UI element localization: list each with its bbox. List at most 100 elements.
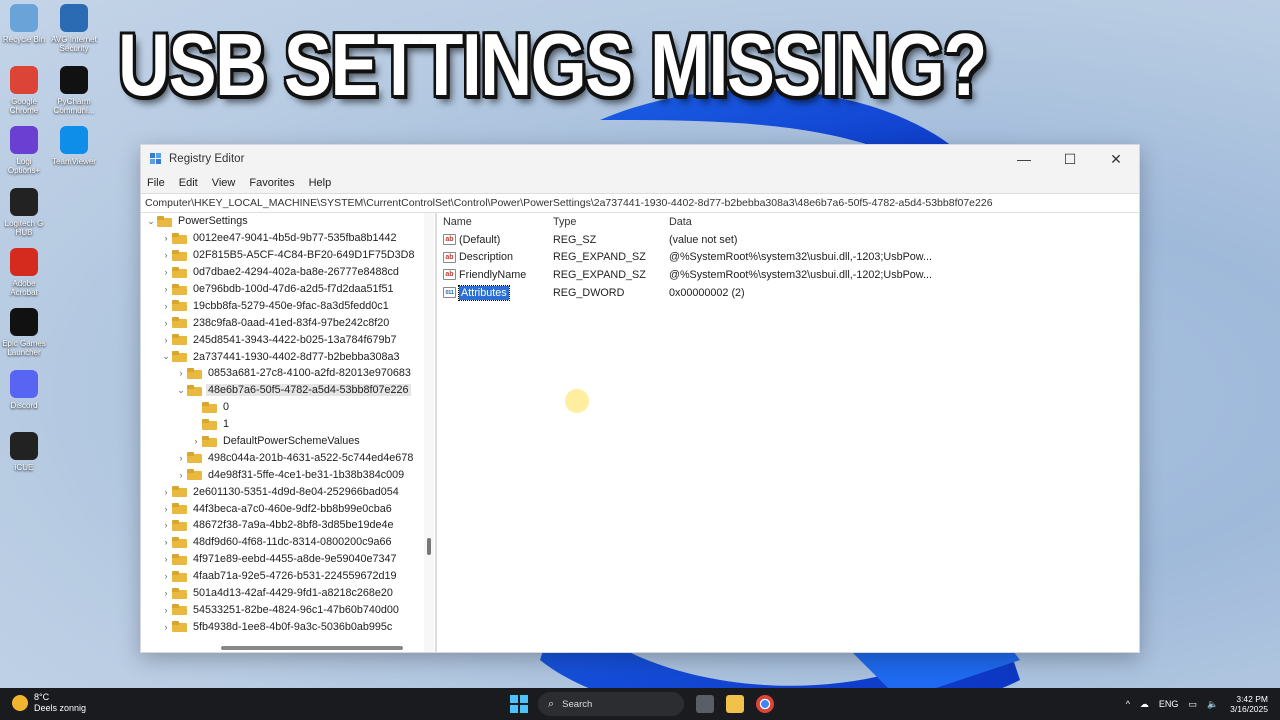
desktop-icon-7[interactable]: Logitech G HUB: [0, 188, 48, 237]
expander-chevron-icon[interactable]: ›: [160, 520, 172, 530]
menu-view[interactable]: View: [212, 177, 236, 189]
tree-horizontal-scroll-thumb[interactable]: [221, 646, 403, 650]
expander-chevron-icon[interactable]: ›: [160, 622, 172, 632]
network-icon[interactable]: ▭: [1188, 699, 1197, 710]
file-explorer-icon[interactable]: [726, 695, 744, 713]
tree-node[interactable]: › 02F815B5-A5CF-4C84-BF20-649D1F75D3D8: [141, 247, 435, 264]
expander-chevron-icon[interactable]: ›: [160, 318, 172, 328]
folder-icon: [187, 452, 202, 464]
tree-node[interactable]: ⌄ PowerSettings: [141, 213, 435, 230]
desktop-icon-5[interactable]: Logi Options+: [0, 126, 48, 175]
tree-node[interactable]: › 501a4d13-42af-4429-9fd1-a8218c268e20: [141, 585, 435, 602]
expander-chevron-icon[interactable]: ⌄: [145, 216, 157, 227]
expander-chevron-icon[interactable]: ⌄: [175, 385, 187, 396]
desktop-icon-2[interactable]: AVG Internet Security: [50, 4, 98, 53]
expander-chevron-icon[interactable]: ›: [160, 554, 172, 564]
list-header: Name Type Data: [437, 213, 1139, 231]
column-name-header[interactable]: Name: [437, 216, 553, 228]
expander-chevron-icon[interactable]: ›: [160, 487, 172, 497]
desktop-icon-3[interactable]: Google Chrome: [0, 66, 48, 115]
tree-node[interactable]: › 48672f38-7a9a-4bb2-8bf8-3d85be19de4e: [141, 517, 435, 534]
expander-chevron-icon[interactable]: ›: [160, 284, 172, 294]
clock[interactable]: 3:42 PM 3/16/2025: [1230, 694, 1268, 714]
expander-chevron-icon[interactable]: ›: [160, 301, 172, 311]
desktop-icon-1[interactable]: Recycle Bin: [0, 4, 48, 44]
menu-edit[interactable]: Edit: [179, 177, 198, 189]
registry-value-row[interactable]: 011 Attributes REG_DWORD 0x00000002 (2): [437, 284, 1139, 302]
expander-chevron-icon[interactable]: ›: [175, 368, 187, 378]
expander-chevron-icon[interactable]: ›: [160, 537, 172, 547]
expander-chevron-icon[interactable]: ›: [175, 470, 187, 480]
teamviewer-icon: [60, 126, 88, 154]
column-type-header[interactable]: Type: [553, 216, 669, 228]
registry-value-row[interactable]: ab (Default) REG_SZ (value not set): [437, 231, 1139, 249]
tree-node[interactable]: › DefaultPowerSchemeValues: [141, 433, 435, 450]
menu-help[interactable]: Help: [309, 177, 332, 189]
minimize-button[interactable]: —: [1001, 145, 1047, 173]
address-bar[interactable]: Computer\HKEY_LOCAL_MACHINE\SYSTEM\Curre…: [141, 193, 1139, 213]
maximize-button[interactable]: ☐: [1047, 145, 1093, 173]
registry-editor-icon: [150, 153, 161, 164]
tree-node[interactable]: ⌄ 2a737441-1930-4402-8d77-b2bebba308a3: [141, 348, 435, 365]
tree-node[interactable]: › 0853a681-27c8-4100-a2fd-82013e970683: [141, 365, 435, 382]
start-button[interactable]: [510, 695, 528, 713]
tree-node[interactable]: › 0e796bdb-100d-47d6-a2d5-f7d2daa51f51: [141, 281, 435, 298]
close-button[interactable]: ✕: [1093, 145, 1139, 173]
tree-node[interactable]: › 54533251-82be-4824-96c1-47b60b740d00: [141, 601, 435, 618]
tree-node[interactable]: › 48df9d60-4f68-11dc-8314-0800200c9a66: [141, 534, 435, 551]
registry-value-row[interactable]: ab Description REG_EXPAND_SZ @%SystemRoot%\…: [437, 249, 1139, 267]
folder-icon: [202, 401, 217, 413]
tray-overflow-chevron[interactable]: ^: [1126, 699, 1130, 709]
task-view-icon[interactable]: [696, 695, 714, 713]
tree-node[interactable]: › 5fb4938d-1ee8-4b0f-9a3c-5036b0ab995c: [141, 618, 435, 635]
tree-node[interactable]: 0: [141, 399, 435, 416]
expander-chevron-icon[interactable]: ›: [190, 436, 202, 446]
volume-icon[interactable]: 🔈: [1207, 699, 1218, 710]
title-bar[interactable]: Registry Editor — ☐ ✕: [141, 145, 1139, 173]
expander-chevron-icon[interactable]: ›: [160, 335, 172, 345]
desktop-icon-6[interactable]: TeamViewer: [50, 126, 98, 166]
desktop-icon-8[interactable]: Adobe Acrobat: [0, 248, 48, 297]
tree-vertical-scrollbar[interactable]: [424, 213, 434, 652]
tree-node[interactable]: › 0d7dbae2-4294-402a-ba8e-26777e8488cd: [141, 264, 435, 281]
desktop-icon-11[interactable]: iCUE: [0, 432, 48, 472]
tree-node[interactable]: › 4faab71a-92e5-4726-b531-224559672d19: [141, 568, 435, 585]
tree-node[interactable]: › 19cbb8fa-5279-450e-9fac-8a3d5fedd0c1: [141, 297, 435, 314]
expander-chevron-icon[interactable]: ›: [160, 250, 172, 260]
tree-node[interactable]: › 4f971e89-eebd-4455-a8de-9e59040e7347: [141, 551, 435, 568]
desktop-icon-10[interactable]: Discord: [0, 370, 48, 410]
expander-chevron-icon[interactable]: ›: [160, 267, 172, 277]
tree-node[interactable]: › 2e601130-5351-4d9d-8e04-252966bad054: [141, 483, 435, 500]
desktop-icon-label: Logitech G HUB: [4, 219, 44, 237]
tree-node[interactable]: › 498c044a-201b-4631-a522-5c744ed4e678: [141, 449, 435, 466]
expander-chevron-icon[interactable]: ›: [160, 504, 172, 514]
expander-chevron-icon[interactable]: ›: [160, 605, 172, 615]
tree-node-label: DefaultPowerSchemeValues: [223, 435, 360, 448]
tree-node[interactable]: › 245d8541-3943-4422-b025-13a784f679b7: [141, 331, 435, 348]
weather-widget[interactable]: 8°C Deels zonnig: [12, 692, 86, 714]
expander-chevron-icon[interactable]: ›: [160, 233, 172, 243]
menu-favorites[interactable]: Favorites: [249, 177, 294, 189]
tree-node[interactable]: › 44f3beca-a7c0-460e-9df2-bb8b99e0cba6: [141, 500, 435, 517]
chrome-taskbar-icon[interactable]: [756, 695, 774, 713]
tree-node[interactable]: › 0012ee47-9041-4b5d-9b77-535fba8b1442: [141, 230, 435, 247]
string-value-icon: ab: [443, 234, 456, 246]
expander-chevron-icon[interactable]: ›: [175, 453, 187, 463]
desktop-icon-9[interactable]: Epic Games Launcher: [0, 308, 48, 357]
expander-chevron-icon[interactable]: ›: [160, 571, 172, 581]
menu-file[interactable]: File: [147, 177, 165, 189]
expander-chevron-icon[interactable]: ⌄: [160, 351, 172, 362]
expander-chevron-icon[interactable]: ›: [160, 588, 172, 598]
desktop-icon-4[interactable]: PyCharm Communi...: [50, 66, 98, 115]
taskbar-search[interactable]: ⌕ Search: [538, 692, 684, 716]
tree-node[interactable]: › d4e98f31-5ffe-4ce1-be31-1b38b384c009: [141, 466, 435, 483]
registry-value-row[interactable]: ab FriendlyName REG_EXPAND_SZ @%SystemRoot%…: [437, 266, 1139, 284]
system-tray: ^ ☁ ENG ▭ 🔈 3:42 PM 3/16/2025: [1116, 694, 1268, 714]
tree-node[interactable]: › 238c9fa8-0aad-41ed-83f4-97be242c8f20: [141, 314, 435, 331]
tree-node[interactable]: 1: [141, 416, 435, 433]
column-data-header[interactable]: Data: [669, 216, 939, 228]
onedrive-cloud-icon[interactable]: ☁: [1140, 699, 1149, 710]
language-indicator[interactable]: ENG: [1159, 699, 1179, 709]
tree-node[interactable]: ⌄ 48e6b7a6-50f5-4782-a5d4-53bb8f07e226: [141, 382, 435, 399]
tree-scroll-thumb[interactable]: [427, 538, 431, 555]
